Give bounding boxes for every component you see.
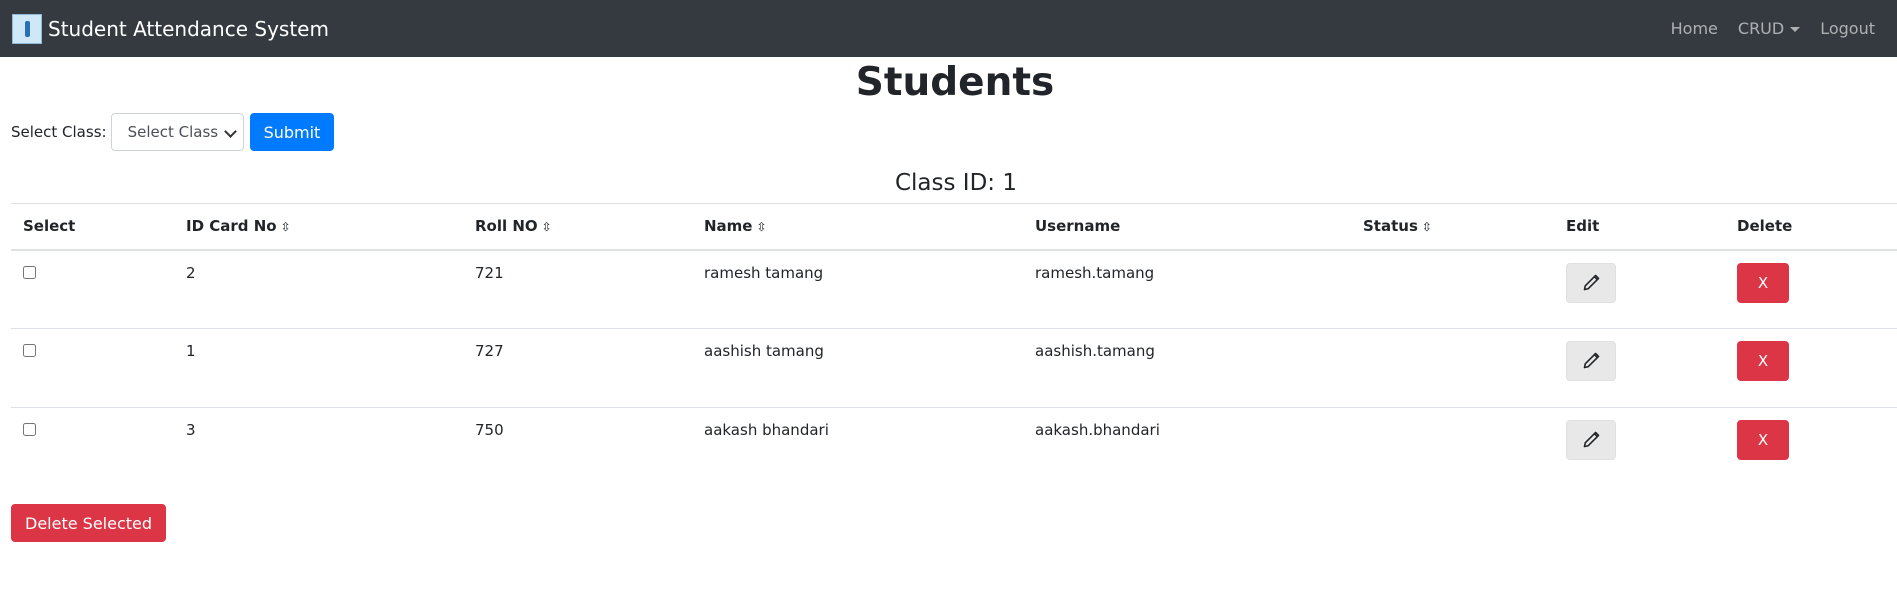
- header-name[interactable]: Name ⇳: [692, 203, 1023, 251]
- cell-edit: [1554, 407, 1725, 487]
- cell-name: aashish tamang: [692, 328, 1023, 408]
- pencil-icon: [1583, 274, 1600, 290]
- table-header-row: Select ID Card No ⇳ Roll NO ⇳ Name ⇳ Userna…: [11, 203, 1897, 251]
- cell-edit: [1554, 249, 1725, 329]
- cell-delete: X: [1725, 328, 1897, 408]
- header-select: Select: [11, 203, 174, 251]
- navbar: Student Attendance System Home CRUD Logo…: [0, 0, 1897, 57]
- pencil-icon: [1583, 352, 1600, 369]
- nav-home-link[interactable]: Home: [1661, 19, 1728, 38]
- brand-title: Student Attendance System: [48, 16, 329, 41]
- edit-button[interactable]: [1566, 262, 1616, 303]
- row-select-checkbox[interactable]: [23, 423, 36, 436]
- header-edit-label: Edit: [1566, 217, 1600, 236]
- delete-selected-button[interactable]: Delete Selected: [11, 504, 167, 542]
- cell-roll: 727: [463, 328, 692, 408]
- class-select-value: Select Class: [127, 123, 219, 141]
- cell-roll: 750: [463, 407, 692, 487]
- header-delete-label: Delete: [1737, 217, 1793, 236]
- cell-username: ramesh.tamang: [1023, 249, 1351, 329]
- row-select-checkbox[interactable]: [23, 265, 36, 279]
- header-name-label: Name: [704, 217, 753, 236]
- app-logo-icon: [12, 13, 42, 44]
- class-filter-form: Select Class: Select Class Submit: [11, 113, 335, 151]
- cell-username: aakash.bhandari: [1023, 407, 1351, 487]
- sort-icon[interactable]: ⇳: [756, 220, 766, 234]
- pencil-icon: [1583, 431, 1600, 448]
- nav-logout-link[interactable]: Logout: [1810, 19, 1885, 38]
- table-row: 2 721 ramesh tamang ramesh.tamang X: [11, 249, 1897, 329]
- cell-username: aashish.tamang: [1023, 328, 1351, 408]
- submit-button[interactable]: Submit: [249, 113, 335, 151]
- cell-name: ramesh tamang: [692, 249, 1023, 329]
- class-id-heading: Class ID: 1: [894, 170, 1017, 196]
- cell-status: [1351, 407, 1554, 487]
- page-title: Students: [855, 60, 1055, 105]
- header-select-label: Select: [23, 217, 76, 236]
- cell-status: [1351, 328, 1554, 408]
- header-roll-label: Roll NO: [475, 217, 538, 236]
- cell-select: [11, 407, 174, 487]
- cell-select: [11, 328, 174, 408]
- edit-button[interactable]: [1566, 341, 1616, 381]
- header-edit: Edit: [1554, 203, 1725, 251]
- sort-icon[interactable]: ⇳: [281, 220, 291, 234]
- brand-link[interactable]: Student Attendance System: [12, 13, 329, 44]
- header-id-card[interactable]: ID Card No ⇳: [174, 203, 463, 251]
- table-row: 1 727 aashish tamang aashish.tamang X: [11, 328, 1897, 408]
- cell-edit: [1554, 328, 1725, 408]
- edit-button[interactable]: [1566, 420, 1616, 460]
- delete-row-button[interactable]: X: [1737, 341, 1789, 381]
- chevron-down-icon: [223, 125, 237, 138]
- header-status[interactable]: Status ⇳: [1351, 203, 1554, 251]
- row-select-checkbox[interactable]: [23, 344, 36, 357]
- cell-select: [11, 249, 174, 329]
- header-roll[interactable]: Roll NO ⇳: [463, 203, 692, 251]
- cell-roll: 721: [463, 249, 692, 329]
- delete-row-button[interactable]: X: [1737, 420, 1789, 460]
- class-filter-label: Select Class:: [11, 123, 107, 141]
- sort-icon[interactable]: ⇳: [542, 220, 552, 234]
- cell-name: aakash bhandari: [692, 407, 1023, 487]
- cell-id-card: 1: [174, 328, 463, 408]
- cell-delete: X: [1725, 407, 1897, 487]
- caret-down-icon: [1790, 27, 1801, 32]
- sort-icon[interactable]: ⇳: [1422, 220, 1432, 234]
- header-delete: Delete: [1725, 203, 1897, 251]
- class-select[interactable]: Select Class: [110, 113, 244, 151]
- cell-status: [1351, 249, 1554, 329]
- header-username: Username: [1023, 203, 1351, 251]
- table-row: 3 750 aakash bhandari aakash.bhandari X: [11, 407, 1897, 487]
- delete-row-button[interactable]: X: [1737, 262, 1789, 303]
- students-table: Select ID Card No ⇳ Roll NO ⇳ Name ⇳ Userna…: [11, 203, 1897, 487]
- cell-delete: X: [1725, 249, 1897, 329]
- header-username-label: Username: [1035, 217, 1121, 236]
- cell-id-card: 2: [174, 249, 463, 329]
- header-status-label: Status: [1363, 217, 1418, 236]
- nav-crud-label: CRUD: [1737, 19, 1785, 38]
- header-id-card-label: ID Card No: [186, 217, 277, 236]
- nav-crud-dropdown[interactable]: CRUD: [1728, 19, 1810, 38]
- cell-id-card: 3: [174, 407, 463, 487]
- nav-links: Home CRUD Logout: [1661, 19, 1885, 38]
